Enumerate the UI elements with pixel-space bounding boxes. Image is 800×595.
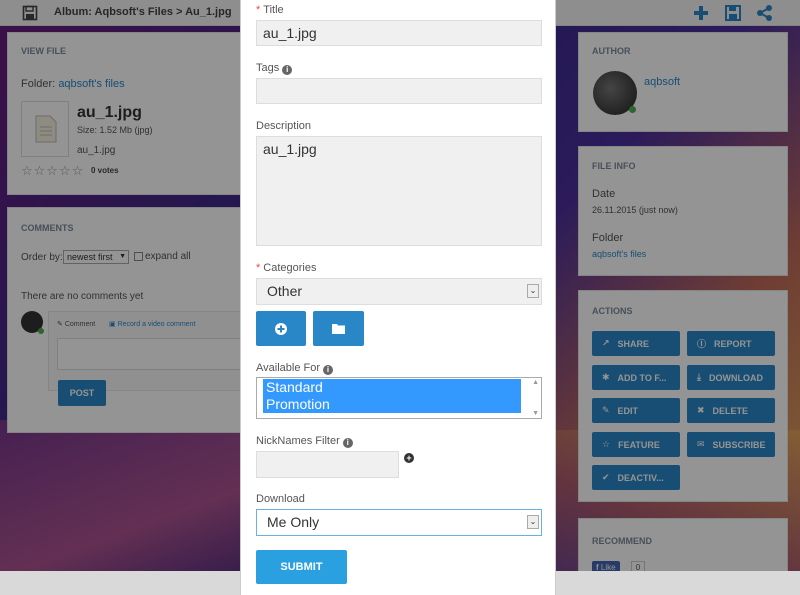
submit-button[interactable]: SUBMIT [256,550,347,584]
download-label: Download [256,493,305,505]
title-input[interactable]: au_1.jpg [256,20,542,46]
title-label: * Title [256,4,284,16]
title-label-text: Title [263,4,284,16]
categories-label-text: Categories [263,262,317,274]
tags-label: Tags i [256,62,293,75]
nicknames-label: NickNames Filter i [256,435,353,448]
required-marker: * [256,262,261,274]
available-for-label-text: Available For [256,362,320,374]
plus-circle-icon [275,322,287,335]
tags-label-text: Tags [256,62,280,74]
option-promotion[interactable]: Promotion [263,396,521,413]
add-nickname-icon[interactable]: + [404,453,414,463]
scroll-down-icon[interactable]: ▼ [532,410,539,417]
categories-select[interactable]: Other ⌄ [256,278,542,305]
nicknames-label-text: NickNames Filter [256,435,340,447]
info-icon[interactable]: i [342,438,353,448]
scroll-up-icon[interactable]: ▲ [532,379,539,386]
categories-select-value: Other [267,283,303,299]
chevron-down-icon: ⌄ [527,284,539,298]
download-select[interactable]: Me Only ⌄ [256,509,542,536]
nicknames-input[interactable] [256,451,399,478]
browse-category-button[interactable] [313,311,364,346]
required-marker: * [256,4,261,16]
description-label: Description [256,120,312,132]
available-for-label: Available For i [256,362,333,375]
download-select-value: Me Only [267,514,320,530]
tags-input[interactable] [256,78,542,104]
description-textarea[interactable]: au_1.jpg [256,136,542,246]
edit-file-modal: * Title au_1.jpg Tags i Description au_1.j… [240,0,556,595]
chevron-down-icon: ⌄ [527,515,539,529]
folder-icon [332,324,345,334]
info-icon[interactable]: i [323,365,333,375]
categories-label: * Categories [256,262,316,274]
option-standard[interactable]: Standard [263,379,521,396]
add-category-button[interactable] [256,311,306,346]
available-for-listbox[interactable]: Standard Promotion ▲ ▼ [256,377,542,419]
info-icon[interactable]: i [282,65,293,75]
